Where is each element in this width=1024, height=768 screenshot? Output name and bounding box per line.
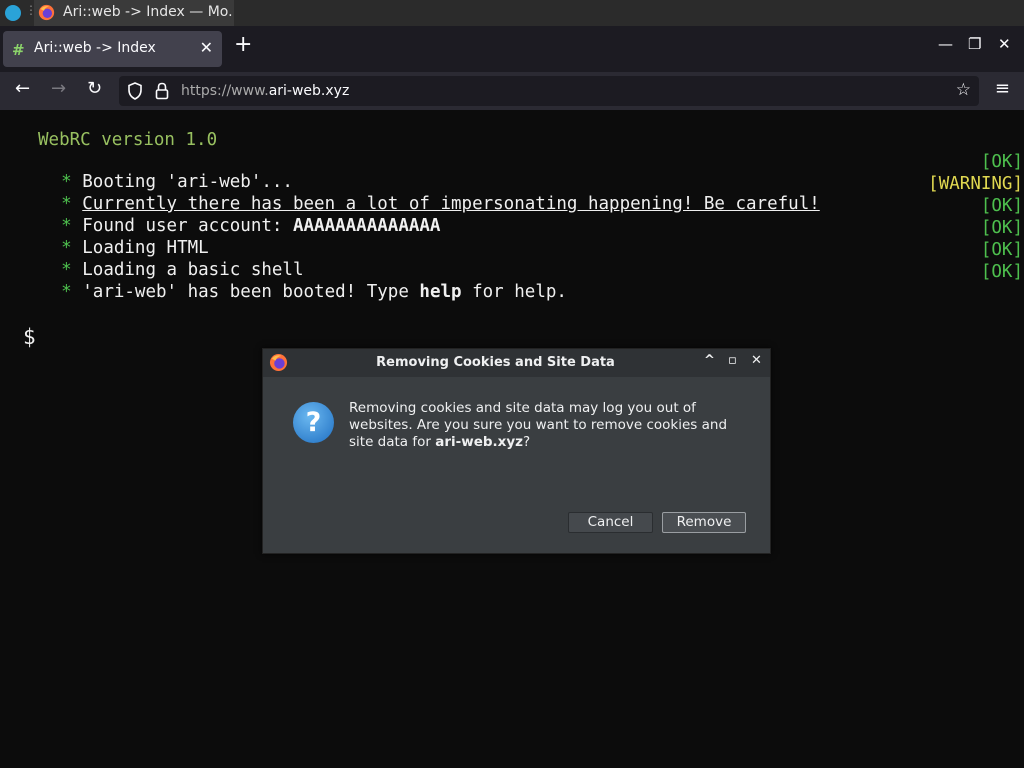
bullet: * [61,282,72,302]
status-ok: [OK] [980,152,1023,172]
boot-line: * 'ari-web' has been booted! Type help f… [19,262,1024,302]
url-prefix: https://www. [181,83,269,99]
question-icon: ? [293,402,334,443]
status-ok: [OK] [980,196,1023,216]
tracking-protection-shield-icon[interactable] [127,82,143,100]
dialog-message: Removing cookies and site data may log y… [349,400,749,451]
taskbar-window-item[interactable]: Ari::web -> Index — Mo... [34,0,234,26]
hamburger-menu-icon[interactable]: ≡ [995,78,1010,99]
close-window-icon[interactable]: ✕ [998,35,1011,53]
status-ok: [OK] [980,262,1023,282]
webrc-version: WebRC version 1.0 [38,130,218,150]
dialog-titlebar[interactable]: Removing Cookies and Site Data ^ ▫ ✕ [263,349,770,377]
status-ok: [OK] [980,218,1023,238]
os-taskbar: ⋮ Ari::web -> Index — Mo... [0,0,1024,26]
taskbar-window-title: Ari::web -> Index — Mo... [63,4,233,20]
restore-window-icon[interactable]: ❐ [968,35,981,53]
reload-button-icon[interactable]: ↻ [87,78,102,99]
close-dialog-icon[interactable]: ✕ [751,353,762,368]
help-command: help [419,282,462,302]
browser-navigation-bar: ← → ↻ https://www.ari-web.xyz ☆ ≡ [0,72,1024,110]
keep-above-icon[interactable]: ^ [704,353,715,368]
boot-line: * Loading HTML [OK] [19,218,1024,258]
browser-tab-bar: # Ari::web -> Index ✕ + — ❐ ✕ [0,26,1024,72]
dialog-message-end: ? [523,434,531,450]
status-ok: [OK] [980,240,1023,260]
boot-line: * Currently there has been a lot of impe… [19,174,1024,214]
shell-prompt[interactable]: $ [23,325,36,349]
boot-line: * Loading a basic shell [OK] [19,240,1024,280]
minimize-window-icon[interactable]: — [938,35,953,53]
dialog-message-domain: ari-web.xyz [435,434,524,450]
url-text: https://www.ari-web.xyz [181,83,349,99]
bookmark-star-icon[interactable]: ☆ [956,80,971,100]
remove-button[interactable]: Remove [662,512,746,533]
status-warning: [WARNING] [928,174,1023,194]
boot-line-text: 'ari-web' has been booted! Type [82,282,420,302]
firefox-icon [38,4,55,21]
boot-line: * Found user account: AAAAAAAAAAAAAA [OK… [19,196,1024,236]
lock-icon[interactable] [155,82,169,100]
dialog-message-text: Removing cookies and site data may log y… [349,400,728,450]
boot-line: * Booting 'ari-web'... [OK] [19,152,1024,192]
new-tab-button[interactable]: + [234,32,252,57]
address-bar[interactable]: https://www.ari-web.xyz ☆ [119,76,979,106]
forward-button-icon[interactable]: → [51,78,66,99]
tab-title: Ari::web -> Index [34,40,156,56]
site-favicon-icon: # [12,41,25,59]
cancel-button[interactable]: Cancel [568,512,653,533]
back-button-icon[interactable]: ← [15,78,30,99]
url-domain: ari-web.xyz [268,83,350,99]
system-menu-icon[interactable] [5,5,21,21]
boot-line-text: for help. [461,282,567,302]
dialog-title: Removing Cookies and Site Data [376,355,615,370]
maximize-dialog-icon[interactable]: ▫ [728,353,737,368]
close-tab-icon[interactable]: ✕ [200,38,213,57]
tab-ari-web-index[interactable]: # Ari::web -> Index ✕ [3,31,222,67]
remove-cookies-dialog: Removing Cookies and Site Data ^ ▫ ✕ ? R… [262,348,771,554]
